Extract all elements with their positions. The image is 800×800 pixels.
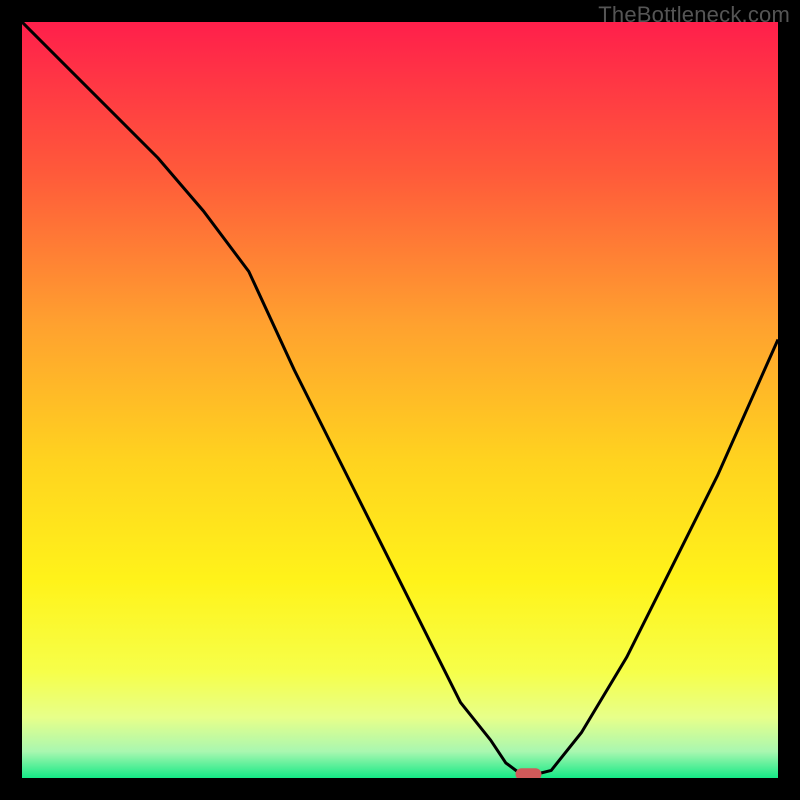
chart-frame: TheBottleneck.com (0, 0, 800, 800)
chart-svg (22, 22, 778, 778)
plot-area (22, 22, 778, 778)
optimal-marker (516, 768, 542, 778)
